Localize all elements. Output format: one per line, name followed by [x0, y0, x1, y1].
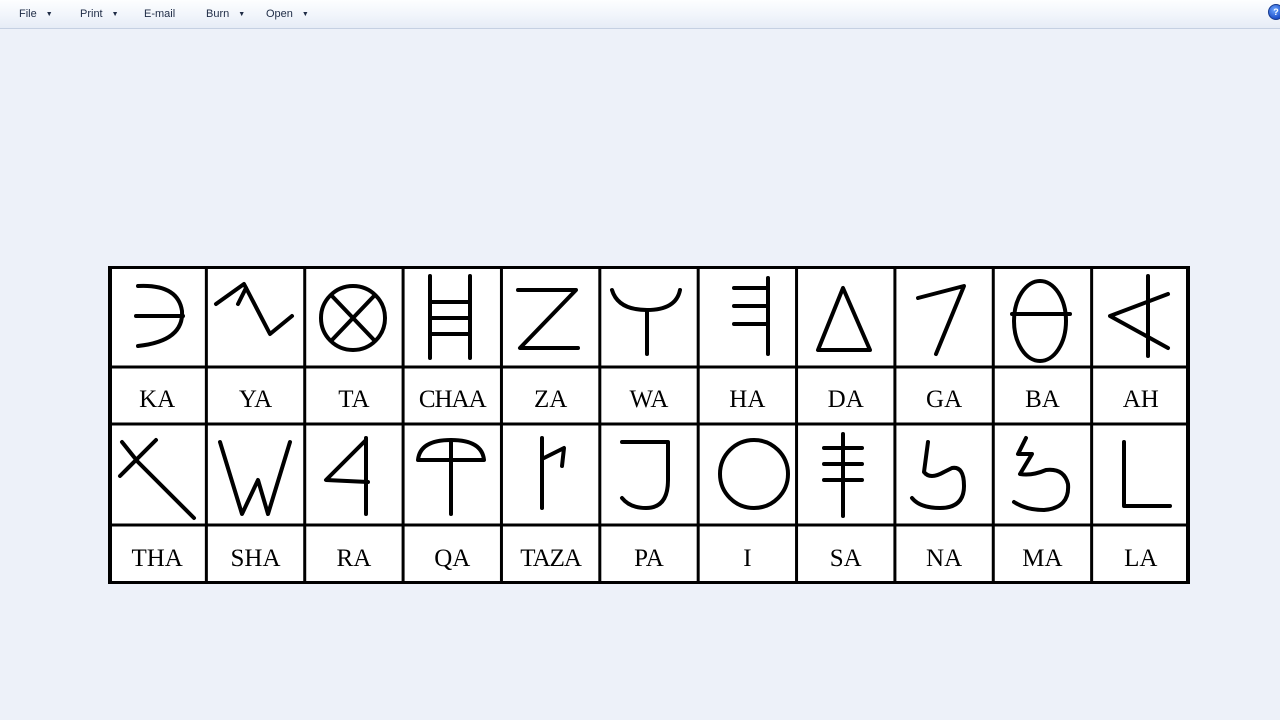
letter-label-ba: BA — [1025, 386, 1060, 413]
alphabet-chart-image: KA YA TA CHAA ZA WA HA DA GA BA AH THA SHA RA QA TAZA PA… — [108, 266, 1190, 584]
letter-label-za: ZA — [533, 386, 568, 413]
glyph-da — [816, 286, 872, 352]
print-menu-label: Print — [80, 8, 103, 20]
glyph-sha — [218, 440, 292, 516]
email-label: E-mail — [144, 8, 176, 20]
alphabet-chart-svg — [108, 266, 1190, 584]
glyph-taza — [540, 436, 566, 510]
letter-label-pa: PA — [634, 545, 664, 572]
chevron-down-icon: ▼ — [238, 10, 246, 18]
glyph-ya — [214, 282, 294, 336]
letter-label-qa: QA — [434, 545, 471, 572]
letter-label-la: LA — [1124, 545, 1158, 572]
letter-label-i: I — [743, 545, 752, 572]
letter-label-chaa: CHAA — [418, 386, 487, 413]
file-menu-label: File — [19, 8, 37, 20]
glyph-ra — [324, 436, 370, 516]
letter-label-da: DA — [827, 386, 864, 413]
glyph-i — [718, 438, 790, 510]
letter-label-ma: MA — [1022, 545, 1063, 572]
letter-label-ta: TA — [338, 386, 370, 413]
letter-label-sha: SHA — [230, 545, 281, 572]
letter-label-ga: GA — [926, 386, 963, 413]
help-icon[interactable]: ? — [1268, 4, 1280, 20]
chevron-down-icon: ▼ — [111, 10, 119, 18]
letter-label-ka: KA — [139, 386, 176, 413]
glyph-sa — [822, 432, 864, 518]
letter-label-tha: THA — [131, 545, 183, 572]
burn-menu-label: Burn — [206, 8, 230, 20]
glyph-ka — [134, 283, 185, 348]
glyph-ta — [319, 284, 387, 352]
glyph-za — [516, 288, 580, 350]
glyph-chaa — [428, 274, 472, 360]
chevron-down-icon: ▼ — [301, 10, 309, 18]
burn-menu-button[interactable]: Burn ▼ — [206, 5, 245, 23]
glyph-ba — [1010, 279, 1072, 363]
letter-label-taza: TAZA — [520, 545, 582, 572]
letter-label-wa: WA — [629, 386, 669, 413]
glyph-ah — [1108, 274, 1170, 358]
glyph-na — [910, 440, 966, 510]
email-button[interactable]: E-mail — [144, 5, 175, 23]
glyph-ma — [1012, 436, 1071, 512]
print-menu-button[interactable]: Print ▼ — [80, 5, 119, 23]
open-menu-button[interactable]: Open ▼ — [266, 5, 309, 23]
letter-label-ha: HA — [729, 386, 766, 413]
letter-label-ya: YA — [238, 386, 273, 413]
glyph-qa — [416, 438, 486, 516]
file-menu-button[interactable]: File ▼ — [19, 5, 53, 23]
toolbar: File ▼ Print ▼ E-mail Burn ▼ Open ▼ ? — [0, 0, 1280, 29]
glyph-pa — [620, 440, 670, 510]
glyph-tha — [118, 438, 196, 520]
open-menu-label: Open — [266, 8, 293, 20]
glyph-ha — [732, 276, 770, 356]
glyph-ga — [916, 284, 966, 356]
glyph-la — [1122, 440, 1172, 508]
chevron-down-icon: ▼ — [45, 10, 53, 18]
letter-label-sa: SA — [829, 545, 862, 572]
image-viewer-area: KA YA TA CHAA ZA WA HA DA GA BA AH THA SHA RA QA TAZA PA… — [0, 29, 1280, 720]
letter-label-na: NA — [926, 545, 963, 572]
letter-label-ra: RA — [336, 545, 372, 572]
glyph-wa — [610, 288, 682, 356]
letter-label-ah: AH — [1122, 386, 1159, 413]
